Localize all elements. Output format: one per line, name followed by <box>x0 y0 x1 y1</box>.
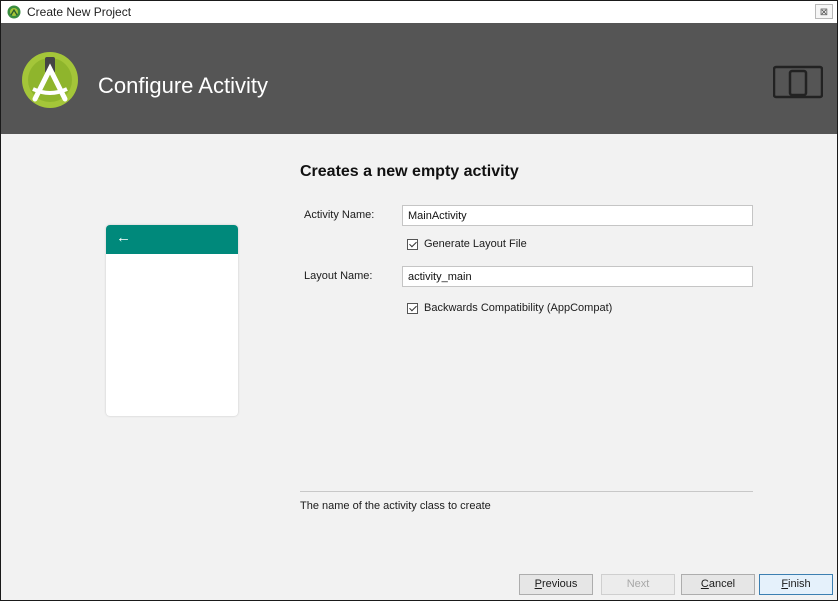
form-heading: Creates a new empty activity <box>300 163 519 180</box>
layout-name-input[interactable] <box>402 266 753 287</box>
next-label: Next <box>626 578 650 590</box>
previous-mnemonic: P <box>534 578 542 590</box>
help-divider <box>300 491 753 492</box>
generate-layout-label: Generate Layout File <box>424 238 527 250</box>
previous-label: revious <box>541 578 578 590</box>
backwards-compat-label: Backwards Compatibility (AppCompat) <box>424 302 613 314</box>
android-studio-logo-icon <box>22 52 78 108</box>
button-bar: Previous Next Cancel Finish <box>1 569 837 600</box>
cancel-label: ancel <box>708 578 736 590</box>
close-button[interactable]: ⊠ <box>815 4 833 19</box>
header-banner: Configure Activity <box>1 23 837 134</box>
activity-name-input[interactable] <box>402 205 753 226</box>
activity-preview: ← <box>106 225 238 416</box>
android-studio-icon <box>7 5 21 19</box>
generate-layout-checkbox[interactable]: Generate Layout File <box>407 238 527 250</box>
back-arrow-icon: ← <box>116 229 131 246</box>
previous-button[interactable]: Previous <box>519 574 593 595</box>
create-project-dialog: Create New Project ⊠ Configure Activity … <box>0 0 838 601</box>
layout-name-label: Layout Name: <box>304 270 373 282</box>
activity-name-label: Activity Name: <box>304 209 375 221</box>
next-button[interactable]: Next <box>601 574 675 595</box>
title-bar: Create New Project ⊠ <box>1 1 837 24</box>
cancel-button[interactable]: Cancel <box>681 574 755 595</box>
generate-layout-check-icon[interactable] <box>407 238 418 250</box>
preview-app-bar: ← <box>106 225 238 254</box>
page-title: Configure Activity <box>98 73 268 98</box>
window-title: Create New Project <box>27 5 132 19</box>
backwards-compat-check-icon[interactable] <box>407 302 418 314</box>
help-text: The name of the activity class to create <box>300 500 491 512</box>
content-area: ← Creates a new empty activity Activity … <box>1 134 837 569</box>
finish-button[interactable]: Finish <box>759 574 833 595</box>
cancel-mnemonic: C <box>700 578 709 590</box>
backwards-compat-checkbox[interactable]: Backwards Compatibility (AppCompat) <box>407 302 612 314</box>
device-form-factor-icon <box>773 65 823 99</box>
finish-label: inish <box>788 578 811 590</box>
